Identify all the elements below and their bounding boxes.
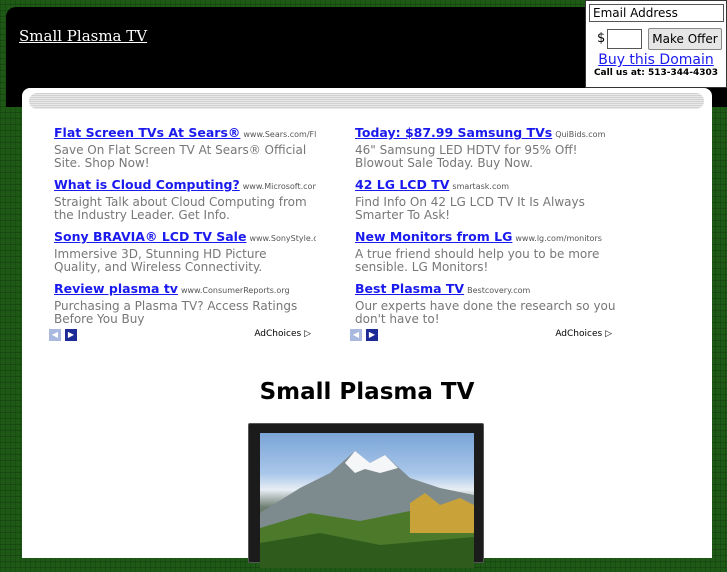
- ad-url[interactable]: Bestcovery.com: [467, 286, 530, 295]
- plasma-tv-image: [248, 423, 484, 568]
- offer-amount-input[interactable]: [607, 29, 642, 49]
- ad-column-left: Flat Screen TVs At Sears® www.Sears.com/F…: [54, 122, 316, 330]
- ad-title-link[interactable]: What is Cloud Computing?: [54, 177, 240, 192]
- ad-description: Immersive 3D, Stunning HD Picture Qualit…: [54, 247, 267, 274]
- ad-description: Save On Flat Screen TV At Sears® Officia…: [54, 143, 307, 170]
- chevron-right-icon[interactable]: ▶: [65, 329, 77, 341]
- ad-url[interactable]: www.Sears.com/Fla...: [243, 130, 316, 139]
- ad-url[interactable]: www.Microsoft.com/...: [243, 182, 316, 191]
- email-field[interactable]: [589, 4, 724, 22]
- ad-item: What is Cloud Computing? www.Microsoft.co…: [54, 174, 316, 226]
- ad-description: 46" Samsung LED HDTV for 95% Off! Blowou…: [355, 143, 578, 170]
- adchoices-label: AdChoices: [254, 329, 302, 339]
- chevron-left-icon[interactable]: ◀: [350, 329, 362, 341]
- adchoices-link[interactable]: AdChoices ▷: [555, 329, 612, 339]
- ad-description: Our experts have done the research so yo…: [355, 299, 616, 326]
- page-title: Small Plasma TV: [259, 379, 475, 405]
- ad-title-link[interactable]: New Monitors from LG: [355, 229, 512, 244]
- adchoices-link[interactable]: AdChoices ▷: [254, 329, 311, 339]
- ad-title-link[interactable]: Best Plasma TV: [355, 281, 464, 296]
- ad-item: Sony BRAVIA® LCD TV Salewww.SonyStyle.co…: [54, 226, 316, 278]
- site-title-link[interactable]: Small Plasma TV: [19, 27, 147, 45]
- adchoices-triangle-icon: ▷: [304, 329, 311, 339]
- ad-item: Best Plasma TV Bestcovery.com Our experts…: [355, 278, 617, 330]
- ad-item: Review plasma tv www.ConsumerReports.org …: [54, 278, 316, 330]
- content-panel: Flat Screen TVs At Sears® www.Sears.com/F…: [22, 88, 712, 568]
- ad-title-link[interactable]: 42 LG LCD TV: [355, 177, 449, 192]
- ad-description: Find Info On 42 LG LCD TV It Is Always S…: [355, 195, 585, 222]
- ad-item: Today: $87.99 Samsung TVs QuiBids.com 46"…: [355, 122, 617, 174]
- tv-screen-landscape: [260, 433, 474, 568]
- adchoices-label: AdChoices: [555, 329, 603, 339]
- ad-description: Straight Talk about Cloud Computing from…: [54, 195, 307, 222]
- ad-item: Flat Screen TVs At Sears® www.Sears.com/F…: [54, 122, 316, 174]
- ad-url[interactable]: QuiBids.com: [555, 130, 605, 139]
- adchoices-triangle-icon: ▷: [605, 329, 612, 339]
- buy-domain-link[interactable]: Buy this Domain: [586, 52, 726, 68]
- currency-symbol: $: [597, 31, 606, 46]
- ad-nav-left: ◀ ▶ AdChoices ▷: [49, 329, 311, 341]
- ad-title-link[interactable]: Flat Screen TVs At Sears®: [54, 125, 240, 140]
- chevron-right-icon[interactable]: ▶: [366, 329, 378, 341]
- decorative-stripe: [29, 93, 704, 109]
- call-us-text: Call us at: 513-344-4303: [593, 68, 719, 78]
- ad-description: A true friend should help you to be more…: [355, 247, 600, 274]
- ad-url[interactable]: smartask.com: [452, 182, 509, 191]
- ad-url[interactable]: www.ConsumerReports.org: [181, 286, 290, 295]
- ad-title-link[interactable]: Today: $87.99 Samsung TVs: [355, 125, 552, 140]
- ad-description: Purchasing a Plasma TV? Access Ratings B…: [54, 299, 298, 326]
- ad-column-right: Today: $87.99 Samsung TVs QuiBids.com 46"…: [355, 122, 617, 330]
- ad-title-link[interactable]: Review plasma tv: [54, 281, 178, 296]
- make-offer-box: $ Make Offer Buy this Domain Call us at:…: [585, 0, 727, 88]
- mountain-landscape-graphic: [260, 451, 474, 568]
- ad-title-link[interactable]: Sony BRAVIA® LCD TV Sale: [54, 229, 246, 244]
- ad-nav-right: ◀ ▶ AdChoices ▷: [350, 329, 612, 341]
- chevron-left-icon[interactable]: ◀: [49, 329, 61, 341]
- make-offer-button[interactable]: Make Offer: [648, 28, 722, 50]
- ad-item: New Monitors from LG www.lg.com/monitors …: [355, 226, 617, 278]
- ad-url[interactable]: www.SonyStyle.co...: [249, 234, 316, 243]
- ad-url[interactable]: www.lg.com/monitors: [515, 234, 602, 243]
- ad-item: 42 LG LCD TV smartask.com Find Info On 42…: [355, 174, 617, 226]
